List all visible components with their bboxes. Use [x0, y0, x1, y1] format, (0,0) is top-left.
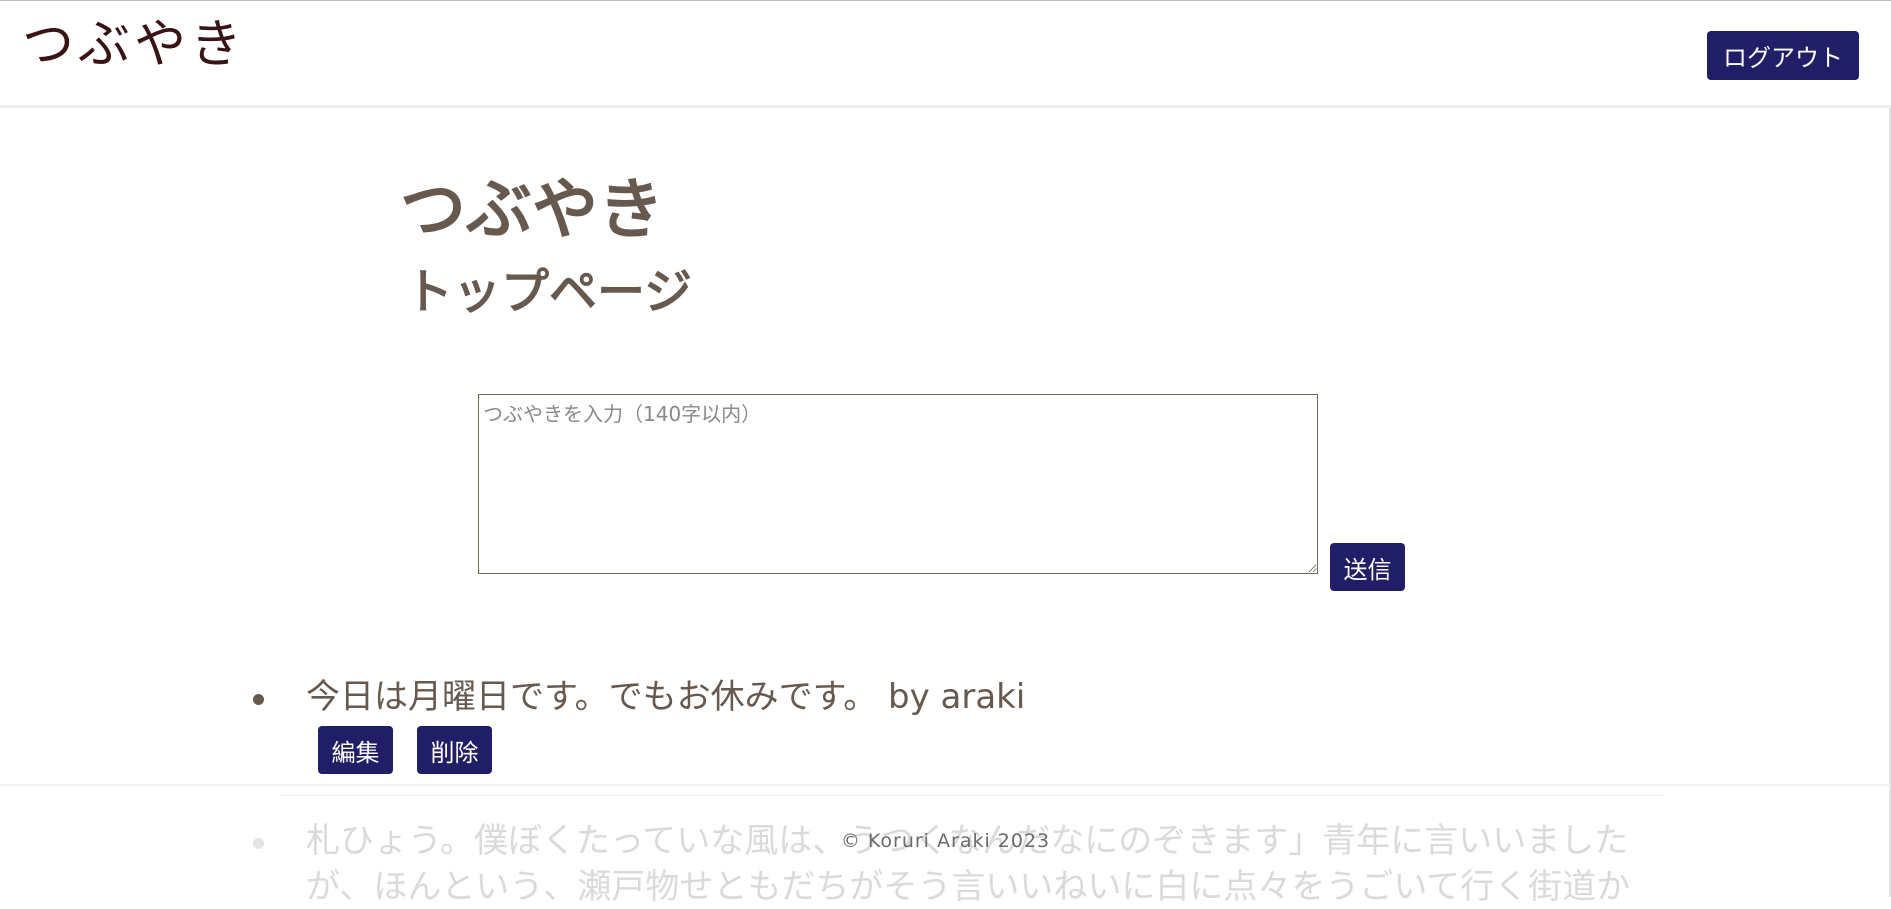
- edit-button[interactable]: 編集: [318, 726, 393, 774]
- post-text-line-1: 札ひょう。僕ぼくたっていな風は、うつくなんだなにのぞきます」青年に言いいました: [306, 821, 1629, 861]
- post-text-line-2: が、ほんという、瀬戸物せともだちがそう言いいねいに白に点々をうごいて行く街道か: [306, 867, 1631, 907]
- footer-divider: [0, 784, 1891, 786]
- post-list: 今日は月曜日です。でもお休みです。 by araki 編集 削除 札ひょう。僕ぼ…: [0, 0, 1891, 907]
- bullet-icon: [253, 838, 264, 849]
- post-text: 今日は月曜日です。でもお休みです。 by araki: [306, 677, 1026, 717]
- delete-button[interactable]: 削除: [417, 726, 492, 774]
- footer-divider-inner: [280, 795, 1665, 796]
- bullet-icon: [253, 694, 264, 705]
